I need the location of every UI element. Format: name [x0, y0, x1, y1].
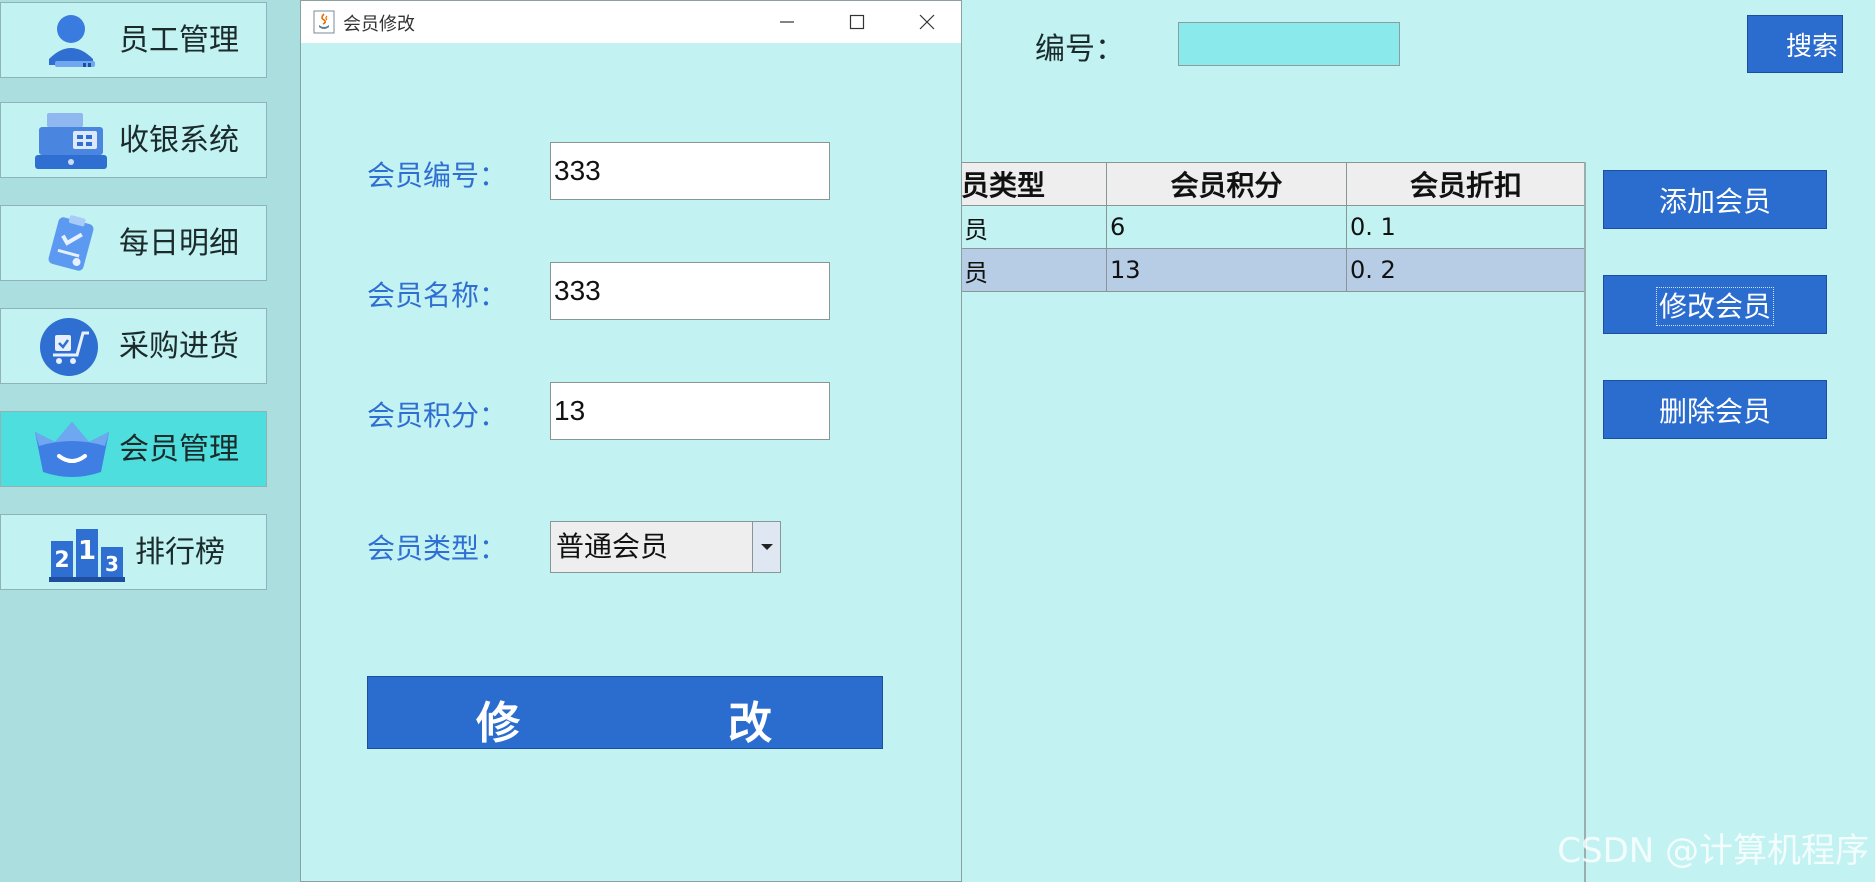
clipboard-icon — [48, 215, 94, 271]
delete-member-button[interactable]: 删除会员 — [1603, 380, 1827, 439]
search-input[interactable] — [1178, 22, 1400, 66]
submit-label-char-1: 修 — [476, 698, 720, 749]
members-table: 员类型 会员积分 会员折扣 员 6 0. 1 员 13 0. 2 — [960, 162, 1586, 292]
sidebar-item-purchasing[interactable]: 采购进货 — [0, 308, 267, 384]
member-id-label: 会员编号： — [367, 159, 508, 192]
dropdown-arrow-button[interactable] — [752, 522, 780, 572]
cell-type[interactable]: 员 — [960, 248, 1107, 292]
cell-points[interactable]: 13 — [1106, 248, 1347, 292]
table-border — [1584, 162, 1586, 882]
podium-icon: 2 1 3 — [49, 529, 125, 582]
edit-member-label: 修改会员 — [1655, 286, 1774, 326]
dialog-titlebar[interactable]: 会员修改 — [301, 1, 961, 43]
watermark: CSDN @计算机程序 — [1557, 831, 1869, 871]
purchase-cart-icon — [40, 318, 98, 376]
sidebar-item-daily-details[interactable]: 每日明细 — [0, 205, 267, 281]
sidebar-item-label: 员工管理 — [119, 23, 239, 58]
sidebar-item-label: 收银系统 — [119, 123, 239, 158]
edit-member-button[interactable]: 修改会员 — [1603, 275, 1827, 334]
add-member-button[interactable]: 添加会员 — [1603, 170, 1827, 229]
table-row[interactable]: 员 6 0. 1 — [960, 205, 1586, 249]
svg-text:2: 2 — [54, 548, 69, 573]
java-icon — [313, 10, 335, 34]
column-header-points[interactable]: 会员积分 — [1106, 162, 1347, 206]
column-header-discount[interactable]: 会员折扣 — [1346, 162, 1586, 206]
svg-text:3: 3 — [105, 552, 119, 576]
sidebar-item-label: 会员管理 — [119, 432, 239, 467]
sidebar-item-label: 采购进货 — [119, 329, 239, 364]
cell-discount[interactable]: 0. 2 — [1346, 248, 1586, 292]
submit-modify-button[interactable]: 修 改 — [367, 676, 883, 749]
cell-discount[interactable]: 0. 1 — [1346, 205, 1586, 249]
member-name-label: 会员名称： — [367, 279, 508, 312]
sidebar: 员工管理 收银系统 每日明细 采购进货 会员管理 2 1 3 排行榜 — [0, 0, 300, 882]
close-icon — [919, 14, 935, 30]
member-id-input[interactable] — [550, 142, 830, 200]
employee-icon — [49, 15, 95, 67]
submit-label-char-2: 改 — [728, 698, 972, 749]
column-header-type[interactable]: 员类型 — [960, 162, 1107, 206]
member-type-value: 普通会员 — [556, 530, 669, 563]
sidebar-item-ranking[interactable]: 2 1 3 排行榜 — [0, 514, 267, 590]
table-row[interactable]: 员 13 0. 2 — [960, 248, 1586, 292]
sidebar-item-employees[interactable]: 员工管理 — [0, 2, 267, 78]
dialog-title: 会员修改 — [343, 14, 415, 35]
chevron-down-icon — [760, 544, 773, 550]
cash-register-icon — [35, 113, 107, 169]
sidebar-item-cashier[interactable]: 收银系统 — [0, 102, 267, 178]
cell-type[interactable]: 员 — [960, 205, 1107, 249]
member-type-select[interactable]: 普通会员 — [550, 521, 781, 573]
member-type-label: 会员类型： — [367, 532, 508, 565]
sidebar-item-label: 排行榜 — [135, 535, 225, 570]
table-header-row: 员类型 会员积分 会员折扣 — [960, 162, 1586, 206]
member-points-input[interactable] — [550, 382, 830, 440]
search-button[interactable]: 搜索 — [1747, 15, 1843, 73]
member-name-input[interactable] — [550, 262, 830, 320]
sidebar-item-members[interactable]: 会员管理 — [0, 411, 267, 487]
svg-text:1: 1 — [78, 536, 96, 566]
crown-icon — [35, 422, 109, 477]
minimize-button[interactable] — [753, 1, 821, 43]
close-button[interactable] — [893, 1, 961, 43]
search-label: 编号： — [1035, 32, 1125, 67]
sidebar-item-label: 每日明细 — [119, 226, 239, 261]
cell-points[interactable]: 6 — [1106, 205, 1347, 249]
member-points-label: 会员积分： — [367, 399, 508, 432]
maximize-icon — [849, 14, 865, 30]
maximize-button[interactable] — [823, 1, 891, 43]
minimize-icon — [780, 21, 794, 23]
